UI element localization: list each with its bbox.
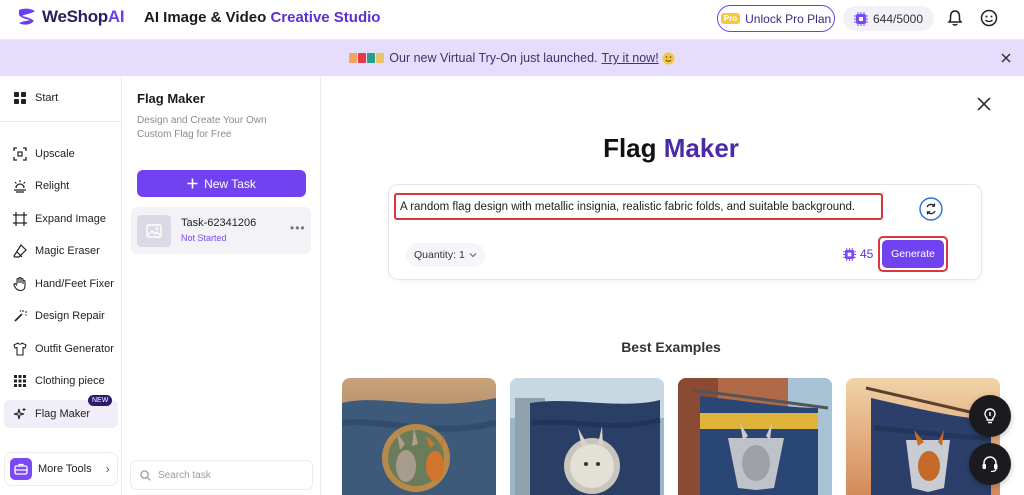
page-title: Flag Maker <box>603 133 739 163</box>
refresh-prompt-icon[interactable] <box>919 197 943 221</box>
eraser-icon <box>13 244 27 258</box>
banner-text: Our new Virtual Try-On just launched. <box>389 51 598 65</box>
task-thumbnail <box>137 215 171 247</box>
unlock-pro-button[interactable]: Pro Unlock Pro Plan <box>717 5 835 32</box>
new-task-label: New Task <box>204 176 256 191</box>
clothing-icon <box>14 375 26 387</box>
more-tools-label: More Tools <box>38 463 92 475</box>
prompt-panel: A random flag design with metallic insig… <box>388 184 982 280</box>
party-emoji-icon <box>349 53 385 63</box>
close-icon[interactable] <box>977 97 991 111</box>
sidebar-item-label: Outfit Generator <box>35 343 114 355</box>
sidebar-item-expand-image[interactable]: Expand Image <box>4 205 118 233</box>
lightbulb-help-button[interactable] <box>969 395 1011 437</box>
sidebar-item-label: Design Repair <box>35 310 105 322</box>
left-sidebar: Start Upscale Relight Expand Image Magic… <box>0 76 122 495</box>
logo-text: WeShopAI <box>42 7 125 26</box>
studio-title: AI Image & Video Creative Studio <box>144 9 381 26</box>
sidebar-item-label: Hand/Feet Fixer <box>35 278 114 290</box>
bell-icon[interactable] <box>946 9 964 27</box>
prompt-input[interactable]: A random flag design with metallic insig… <box>394 193 883 220</box>
upscale-icon <box>13 147 27 161</box>
outfit-icon <box>13 342 27 356</box>
credit-chip-icon <box>843 247 856 261</box>
credits-count: 644/5000 <box>872 11 924 26</box>
sidebar-item-label: Flag Maker <box>35 408 91 420</box>
expand-icon <box>13 212 27 226</box>
examples-heading: Best Examples <box>621 339 721 355</box>
example-image-card[interactable] <box>342 378 496 495</box>
sidebar-divider <box>0 121 122 122</box>
lightbulb-icon <box>984 408 996 424</box>
sidebar-item-label: Clothing piece <box>35 375 105 387</box>
sidebar-item-upscale[interactable]: Upscale <box>4 140 118 168</box>
toolbox-icon <box>10 458 32 480</box>
announcement-banner: Our new Virtual Try-On just launched. Tr… <box>0 40 1024 76</box>
task-status: Not Started <box>181 233 227 243</box>
sparkle-icon <box>13 408 26 420</box>
example-image-card[interactable] <box>678 378 832 495</box>
credit-cost-value: 45 <box>860 247 874 261</box>
search-task-field[interactable] <box>130 460 313 490</box>
panel-title: Flag Maker <box>137 91 205 106</box>
weshop-logo[interactable]: WeShopAI <box>16 6 125 28</box>
sidebar-item-hand-feet-fixer[interactable]: Hand/Feet Fixer <box>4 270 118 298</box>
customer-support-button[interactable] <box>969 443 1011 485</box>
top-bar: WeShopAI AI Image & Video Creative Studi… <box>0 0 1024 40</box>
generate-button[interactable]: Generate <box>882 240 944 268</box>
quantity-select[interactable]: Quantity: 1 <box>406 243 485 267</box>
chevron-right-icon: › <box>105 462 110 476</box>
new-badge: NEW <box>88 395 113 406</box>
more-tools-button[interactable]: More Tools › <box>4 452 118 486</box>
image-placeholder-icon <box>146 224 162 238</box>
example-flag-image <box>678 378 832 495</box>
search-icon <box>140 469 151 481</box>
smile-emoji-icon <box>662 52 675 64</box>
example-image-card[interactable] <box>510 378 664 495</box>
credit-chip-icon <box>853 11 868 26</box>
relight-icon <box>14 180 26 193</box>
sidebar-item-label: Relight <box>35 180 70 192</box>
task-more-options-icon[interactable]: ••• <box>290 221 306 235</box>
credits-badge[interactable]: 644/5000 <box>843 6 934 31</box>
pro-badge: Pro <box>720 13 741 24</box>
sidebar-item-relight[interactable]: Relight <box>4 172 118 200</box>
banner-close-icon[interactable] <box>999 51 1013 65</box>
plus-icon <box>187 178 198 189</box>
sidebar-item-start[interactable]: Start <box>4 84 118 112</box>
task-item[interactable]: Task-62341206 Not Started ••• <box>131 207 311 254</box>
main-content: Flag Maker A random flag design with met… <box>321 76 1024 495</box>
unlock-pro-label: Unlock Pro Plan <box>745 11 832 26</box>
hand-icon <box>13 277 26 291</box>
credit-cost: 45 <box>843 247 873 261</box>
grid-icon <box>14 92 26 104</box>
sidebar-item-outfit-generator[interactable]: Outfit Generator <box>4 335 118 363</box>
panel-description: Design and Create Your Own Custom Flag f… <box>137 115 267 140</box>
sidebar-item-magic-eraser[interactable]: Magic Eraser <box>4 237 118 265</box>
example-flag-image <box>510 378 664 495</box>
sidebar-item-design-repair[interactable]: Design Repair <box>4 302 118 330</box>
task-name: Task-62341206 <box>181 217 257 229</box>
wand-icon <box>14 310 27 322</box>
sidebar-item-flag-maker[interactable]: Flag Maker NEW <box>4 395 118 428</box>
banner-try-link[interactable]: Try it now! <box>602 51 659 65</box>
quantity-label: Quantity: 1 <box>414 249 465 261</box>
sidebar-item-label: Expand Image <box>35 213 106 225</box>
example-flag-image <box>342 378 496 495</box>
chevron-down-icon <box>469 253 477 258</box>
logo-icon <box>19 8 35 25</box>
new-task-button[interactable]: New Task <box>137 170 306 197</box>
sidebar-item-label: Start <box>35 92 59 104</box>
sidebar-item-label: Magic Eraser <box>35 245 100 257</box>
sidebar-item-clothing-piece[interactable]: Clothing piece <box>4 367 118 395</box>
search-task-input[interactable] <box>158 469 308 481</box>
headset-icon <box>982 456 998 473</box>
sidebar-item-label: Upscale <box>35 148 75 160</box>
task-panel: Flag Maker Design and Create Your Own Cu… <box>122 76 321 495</box>
user-avatar-icon[interactable] <box>980 9 998 27</box>
